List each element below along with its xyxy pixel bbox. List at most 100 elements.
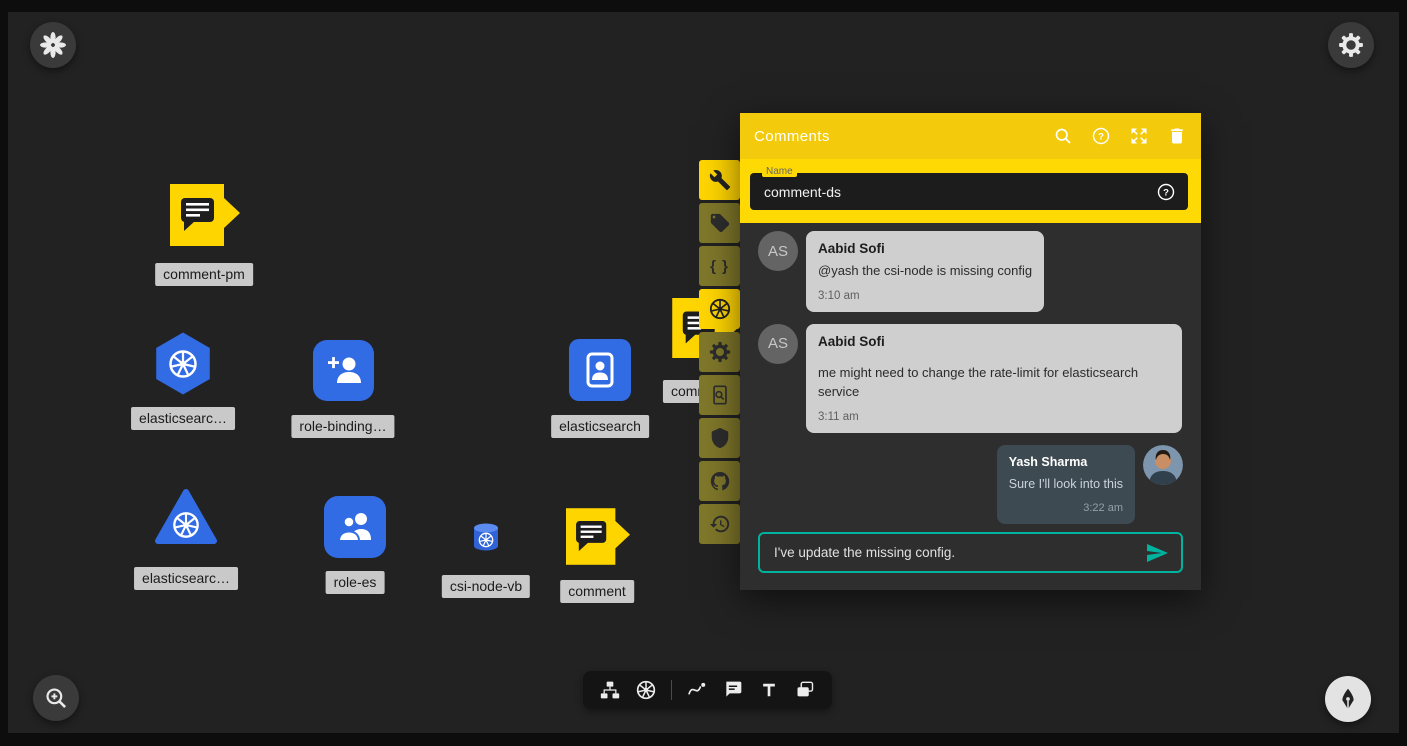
delete-icon[interactable] (1167, 126, 1187, 146)
comment-input[interactable] (772, 544, 1145, 561)
message-text: Sure I'll look into this (1009, 475, 1123, 493)
kubernetes-hexagon-icon (152, 332, 214, 395)
message-author: Yash Sharma (1009, 455, 1123, 469)
kubernetes-wheel-icon (709, 298, 731, 320)
send-icon[interactable] (1145, 541, 1169, 565)
app-menu-button[interactable] (30, 22, 76, 68)
braces-icon: { } (710, 258, 729, 275)
node-role-es[interactable] (324, 496, 386, 563)
node-comment[interactable] (566, 508, 630, 570)
chat-message: Yash Sharma Sure I'll look into this 3:2… (758, 445, 1183, 524)
tag-icon (709, 212, 731, 234)
node-label-elasticsearch-hex: elasticsearc… (131, 407, 235, 430)
gear-icon (709, 341, 731, 363)
service-account-icon (569, 339, 631, 401)
flower-icon (40, 32, 66, 58)
security-tool-button[interactable] (699, 418, 740, 458)
search-icon[interactable] (1053, 126, 1073, 146)
shapes-tool[interactable] (686, 679, 708, 701)
kubernetes-triangle-icon (154, 488, 218, 546)
help-icon[interactable] (1091, 126, 1111, 146)
node-label-role-es: role-es (326, 571, 385, 594)
inspect-tool-button[interactable] (699, 375, 740, 415)
node-csi-node-vb[interactable] (470, 520, 502, 559)
node-elasticsearch-triangle[interactable] (154, 488, 218, 551)
kubernetes-components-tool[interactable] (635, 679, 657, 701)
message-bubble: Aabid Sofi me might need to change the r… (806, 324, 1182, 433)
role-icon (324, 496, 386, 558)
node-label-csi-node-vb: csi-node-vb (442, 575, 530, 598)
message-time: 3:22 am (1009, 502, 1123, 514)
expand-icon[interactable] (1129, 126, 1149, 146)
avatar-initials: AS (758, 324, 798, 364)
zoom-in-icon (43, 685, 69, 711)
structure-icon (600, 680, 620, 700)
field-help-icon[interactable] (1156, 182, 1176, 202)
comment-node-icon (566, 508, 630, 565)
history-tool-button[interactable] (699, 504, 740, 544)
message-author: Aabid Sofi (818, 241, 1032, 256)
node-elasticsearch-hexagon[interactable] (152, 332, 214, 400)
github-icon (709, 470, 731, 492)
shield-icon (709, 427, 731, 449)
node-role-binding[interactable] (313, 340, 374, 406)
message-time: 3:11 am (818, 411, 1170, 423)
role-binding-icon (313, 340, 374, 401)
zoom-button[interactable] (33, 675, 79, 721)
comments-panel-header: Comments (740, 113, 1201, 159)
pen-icon (1335, 686, 1361, 712)
configure-tool-button[interactable] (699, 160, 740, 200)
comment-node-icon (170, 184, 240, 246)
message-text: @yash the csi-node is missing config (818, 262, 1032, 281)
json-tool-button[interactable]: { } (699, 246, 740, 286)
name-field-section: Name (740, 159, 1201, 223)
name-field-label: Name (762, 166, 797, 177)
text-icon (759, 680, 779, 700)
message-bubble: Aabid Sofi @yash the csi-node is missing… (806, 231, 1044, 312)
comment-tool[interactable] (722, 679, 744, 701)
panel-title: Comments (754, 128, 1053, 145)
message-text: me might need to change the rate-limit f… (818, 364, 1170, 402)
bottom-dock (583, 671, 832, 709)
node-label-comment: comment (560, 580, 634, 603)
name-field: Name (750, 173, 1188, 210)
node-label-elasticsearch: elasticsearch (551, 415, 649, 438)
node-elasticsearch-sa[interactable] (569, 339, 631, 406)
chat-message: AS Aabid Sofi @yash the csi-node is miss… (758, 231, 1183, 312)
node-comment-pm[interactable] (170, 184, 240, 251)
kubernetes-wheel-icon (636, 680, 656, 700)
comment-icon (723, 680, 743, 700)
media-icon (795, 680, 815, 700)
panel-header-icons (1053, 126, 1187, 146)
node-label-elasticsearch-tri: elasticsearc… (134, 567, 238, 590)
message-bubble: Yash Sharma Sure I'll look into this 3:2… (997, 445, 1135, 524)
text-tool[interactable] (758, 679, 780, 701)
history-icon (709, 513, 731, 535)
media-tool[interactable] (794, 679, 816, 701)
structure-tool[interactable] (599, 679, 621, 701)
chat-thread: AS Aabid Sofi @yash the csi-node is miss… (740, 223, 1201, 528)
document-search-icon (709, 384, 731, 406)
tag-tool-button[interactable] (699, 203, 740, 243)
github-tool-button[interactable] (699, 461, 740, 501)
message-author: Aabid Sofi (818, 334, 1170, 349)
kubernetes-tool-button[interactable] (699, 289, 740, 329)
node-context-toolbar: { } (699, 160, 740, 544)
kanvas-designer: { "window": { "canvas_bg": "#222222", "f… (0, 0, 1407, 746)
shapes-icon (687, 680, 707, 700)
settings-tool-button[interactable] (699, 332, 740, 372)
node-label-comment-pm: comment-pm (155, 263, 253, 286)
storage-cylinder-icon (470, 520, 502, 554)
dock-divider (671, 680, 672, 700)
chat-message: AS Aabid Sofi me might need to change th… (758, 324, 1183, 433)
node-label-role-binding: role-binding… (291, 415, 394, 438)
message-time: 3:10 am (818, 290, 1032, 302)
avatar-initials: AS (758, 231, 798, 271)
comments-panel: Comments Name AS Aabid Sofi @yash the cs… (740, 113, 1201, 590)
name-input[interactable] (762, 183, 1156, 201)
avatar-photo (1143, 445, 1183, 485)
comment-composer (758, 532, 1183, 573)
pen-mode-button[interactable] (1325, 676, 1371, 722)
settings-button[interactable] (1328, 22, 1374, 68)
user-photo (1143, 445, 1183, 485)
